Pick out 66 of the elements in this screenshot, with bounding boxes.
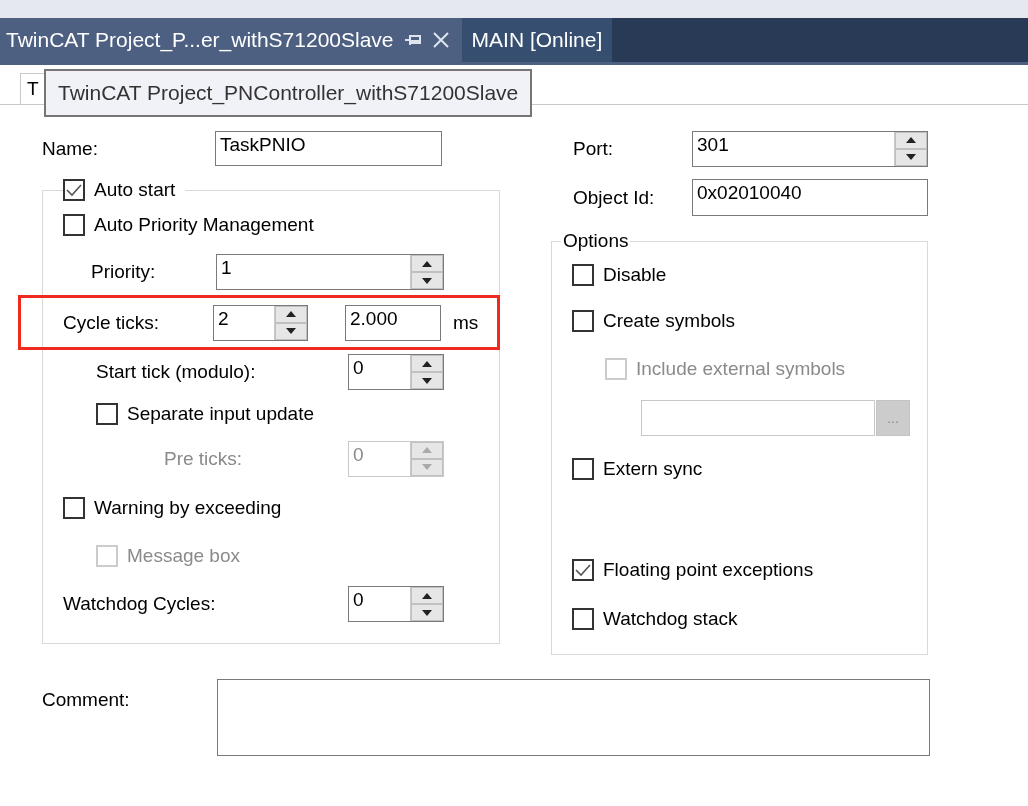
- up-triangle-icon: [422, 592, 432, 599]
- field-label: Pre ticks:: [164, 447, 244, 470]
- checkbox-label: Extern sync: [603, 458, 703, 480]
- checkbox-label: Warning by exceeding: [94, 497, 282, 519]
- checkbox[interactable]: [572, 608, 594, 630]
- checkbox[interactable]: [572, 263, 594, 286]
- document-tab[interactable]: MAIN [Online]: [461, 18, 613, 62]
- checkbox-label: Floating point exceptions: [603, 558, 814, 581]
- checkbox-label: Watchdog stack: [603, 608, 738, 630]
- spin-up-button[interactable]: [275, 305, 307, 323]
- number-field[interactable]: 0: [348, 354, 444, 390]
- checkbox-label: Include external symbols: [636, 357, 846, 380]
- checkbox[interactable]: [63, 214, 85, 236]
- path-field[interactable]: [641, 399, 875, 436]
- down-triangle-icon: [906, 154, 916, 160]
- checkbox[interactable]: [572, 558, 594, 581]
- spin-up-button[interactable]: [411, 255, 443, 272]
- time-field[interactable]: 2.000: [345, 304, 441, 341]
- object-id-field[interactable]: 0x02010040: [692, 179, 928, 216]
- number-field[interactable]: 1: [216, 254, 444, 290]
- checkbox-label: Message box: [127, 544, 240, 567]
- down-triangle-icon: [286, 328, 296, 334]
- checkbox[interactable]: [63, 497, 85, 519]
- comment-field[interactable]: [216, 679, 930, 756]
- field-label: Name:: [42, 137, 99, 160]
- spin-up-button[interactable]: [895, 131, 927, 149]
- field-label: Port:: [573, 137, 615, 160]
- pin-icon: [403, 33, 422, 47]
- tooltip: TwinCAT Project_PNController_withS71200Slave: [44, 69, 533, 117]
- field-label: Cycle ticks:: [63, 311, 161, 334]
- checkbox-label: Disable: [603, 263, 667, 286]
- checkbox[interactable]: [63, 179, 85, 201]
- spin-down-button[interactable]: [411, 604, 443, 621]
- name-field[interactable]: TaskPNIO: [215, 131, 442, 166]
- up-triangle-icon: [906, 137, 916, 143]
- field-label: Priority:: [91, 261, 157, 283]
- field-label: Start tick (modulo):: [96, 361, 257, 383]
- field-label: Watchdog Cycles:: [63, 593, 217, 615]
- number-field[interactable]: 0: [348, 586, 444, 622]
- spin-down-button[interactable]: [411, 372, 443, 389]
- down-triangle-icon: [422, 464, 432, 470]
- field-label: Object Id:: [573, 186, 656, 209]
- checkbox-label: Separate input update: [127, 403, 314, 425]
- up-triangle-icon: [422, 447, 432, 453]
- up-triangle-icon: [422, 260, 432, 267]
- group-title: Options: [563, 230, 629, 252]
- document-tab[interactable]: TwinCAT Project_P...er_withS71200Slave: [0, 18, 462, 62]
- number-field[interactable]: 301: [692, 130, 928, 167]
- down-triangle-icon: [422, 377, 432, 384]
- up-triangle-icon: [286, 311, 296, 317]
- checkbox[interactable]: [572, 458, 594, 480]
- spin-up-button[interactable]: [411, 587, 443, 604]
- down-triangle-icon: [422, 609, 432, 616]
- close-icon[interactable]: [431, 31, 450, 49]
- spin-down-button[interactable]: [411, 272, 443, 289]
- checkbox-label: Auto start: [94, 179, 176, 201]
- field-label: Comment:: [42, 689, 130, 711]
- up-triangle-icon: [422, 360, 432, 367]
- checkbox[interactable]: [96, 403, 118, 425]
- down-triangle-icon: [422, 277, 432, 284]
- checkbox[interactable]: [572, 310, 594, 332]
- number-field[interactable]: 2: [213, 304, 308, 341]
- checkbox-label: Create symbols: [603, 310, 735, 332]
- checkbox-label: Auto Priority Management: [94, 214, 314, 236]
- unit-label: ms: [453, 311, 479, 334]
- spin-up-button[interactable]: [411, 355, 443, 372]
